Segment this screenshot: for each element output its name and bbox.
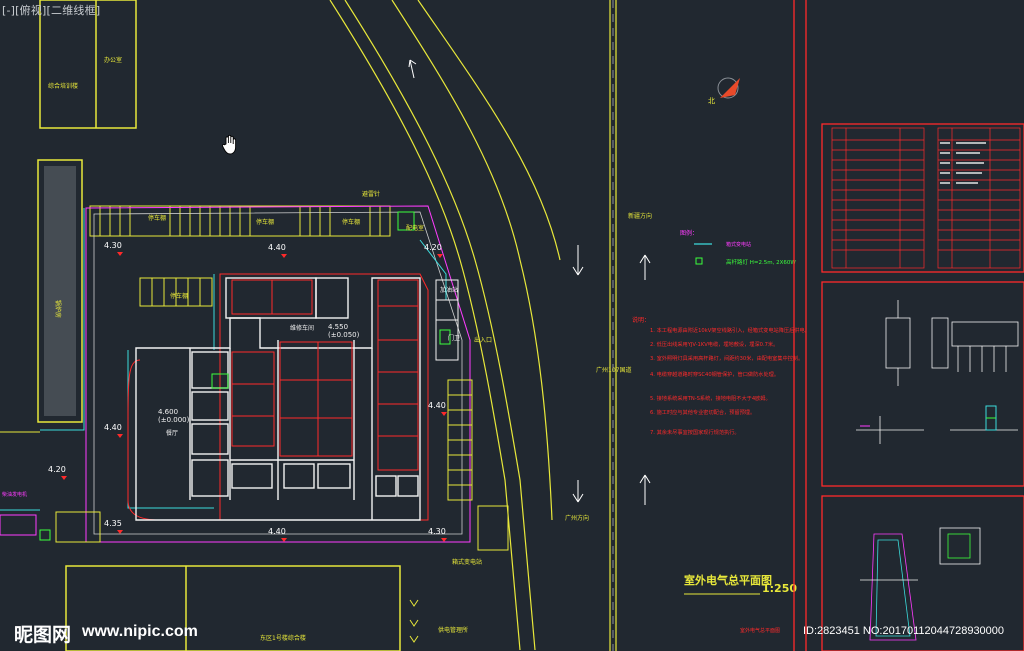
label-direction-2: 广州方向 — [565, 514, 589, 522]
notes-header: 说明： — [632, 316, 650, 324]
label-boiler: 锅炉房 — [54, 300, 62, 318]
note-line: 2. 低压出线采用YJV-1KV电缆，埋地敷设，埋深0.7米。 — [650, 340, 778, 348]
svg-text:箱式变电站: 箱式变电站 — [726, 241, 751, 248]
plan-title: 室外电气总平面图 — [684, 573, 772, 587]
svg-text:4.20: 4.20 — [48, 465, 66, 474]
bottom-left-items — [0, 431, 101, 543]
cad-drawing-canvas[interactable]: 综合培训楼 办公室 锅炉房 新疆方向 广州方向 广州107国道 北 停车棚 停车… — [0, 0, 1024, 651]
label-bottom-building: 东区1号楼综合楼 — [260, 634, 306, 642]
label-bottom-mid: 供电管理所 — [438, 626, 468, 634]
note-line: 4. 电缆穿越道路时穿SC40钢管保护，管口做防水处理。 — [650, 370, 779, 378]
label-entrance: 出入口 — [474, 336, 492, 344]
svg-text:4.30: 4.30 — [104, 241, 122, 250]
elevation-markers: 4.30 4.40 4.20 4.40 4.40 4.20 4.35 4.40 … — [48, 241, 446, 536]
top-left-buildings — [39, 0, 137, 129]
main-building-red — [219, 273, 429, 521]
parking-left — [139, 277, 213, 307]
note-line: 6. 施工时应与其他专业密切配合，预留预埋。 — [650, 408, 755, 416]
label-restaurant: 餐厅 — [166, 429, 178, 437]
building-level-1: 4.600 — [158, 408, 178, 416]
note-line: 1. 本工程电源由附近10kV架空线路引入，经箱式变电站降压后供电。 — [650, 326, 810, 334]
label-maintenance: 维修车间 — [290, 324, 314, 332]
note-line: 7. 其余未尽事宜按国家现行规范执行。 — [650, 428, 740, 436]
legend: 箱式变电站 高杆路灯 H=2.5m, 2X60W — [694, 241, 796, 266]
right-strip — [447, 379, 509, 551]
building-level-1-sub: (±0.000) — [158, 416, 190, 424]
north-arrow-icon: 北 — [708, 77, 740, 105]
legend-header: 图例： — [680, 229, 698, 237]
label-transformer: 箱式变电站 — [452, 558, 482, 566]
label-generator: 柴油发电机 — [2, 491, 27, 498]
notes-list: 1. 本工程电源由附近10kV架空线路引入，经箱式变电站降压后供电。 2. 低压… — [650, 326, 810, 436]
plan-scale: 1:250 — [762, 582, 797, 595]
hand-pan-icon — [219, 134, 241, 156]
label-parking-top-2: 停车棚 — [256, 218, 274, 226]
label-parking-top: 停车棚 — [148, 214, 166, 222]
svg-text:4.40: 4.40 — [268, 527, 286, 536]
note-line: 5. 接地系统采用TN-S系统，接地电阻不大于4欧姆。 — [650, 394, 771, 402]
title-block-caption: 室外电气总平面图 — [740, 627, 780, 634]
label-road: 广州107国道 — [596, 366, 631, 374]
watermark-id: ID:2823451 NO:20170112044728930000 — [803, 625, 1005, 637]
label-direction-1: 新疆方向 — [628, 212, 652, 220]
label-office: 办公室 — [104, 56, 122, 64]
svg-text:4.40: 4.40 — [104, 423, 122, 432]
viewport-controls[interactable]: [-][俯视][二维线框] — [2, 2, 100, 18]
diagram-accents — [860, 405, 997, 431]
label-fuel: 加油站 — [440, 286, 458, 294]
trees — [409, 599, 419, 643]
detail-drawings — [860, 527, 981, 641]
table-text-fill — [940, 142, 986, 184]
label-guard: 门卫 — [448, 334, 460, 342]
svg-text:4.40: 4.40 — [428, 401, 446, 410]
road-lines — [329, 0, 617, 651]
svg-text:4.40: 4.40 — [268, 243, 286, 252]
equipment-green — [211, 211, 451, 389]
road-arrows — [408, 59, 651, 505]
elevation-triangles — [61, 252, 447, 542]
single-line-diagrams — [856, 300, 1019, 444]
svg-text:4.20: 4.20 — [424, 243, 442, 252]
label-lightning: 避雷针 — [362, 190, 380, 198]
svg-text:高杆路灯 H=2.5m, 2X60W: 高杆路灯 H=2.5m, 2X60W — [726, 258, 796, 266]
material-tables — [831, 127, 1021, 269]
label-parking-top-3: 停车棚 — [342, 218, 360, 226]
note-line: 3. 室外照明灯具采用高杆路灯，间距约30米，由配电室集中控制。 — [650, 354, 803, 362]
watermark-url: www.nipic.com — [82, 623, 198, 640]
svg-text:北: 北 — [708, 97, 715, 105]
building-level-2-sub: (±0.050) — [328, 331, 360, 339]
label-training: 综合培训楼 — [48, 82, 78, 90]
label-substation: 配电室 — [406, 224, 424, 232]
svg-text:4.35: 4.35 — [104, 519, 122, 528]
left-tall-building — [37, 159, 83, 423]
watermark-logo: 昵图网 — [14, 624, 72, 646]
sheet-frames — [793, 0, 1024, 651]
building-level-2: 4.550 — [328, 323, 348, 331]
svg-text:4.30: 4.30 — [428, 527, 446, 536]
label-parking-left: 停车棚 — [170, 292, 188, 300]
maintenance-bays — [231, 279, 419, 471]
